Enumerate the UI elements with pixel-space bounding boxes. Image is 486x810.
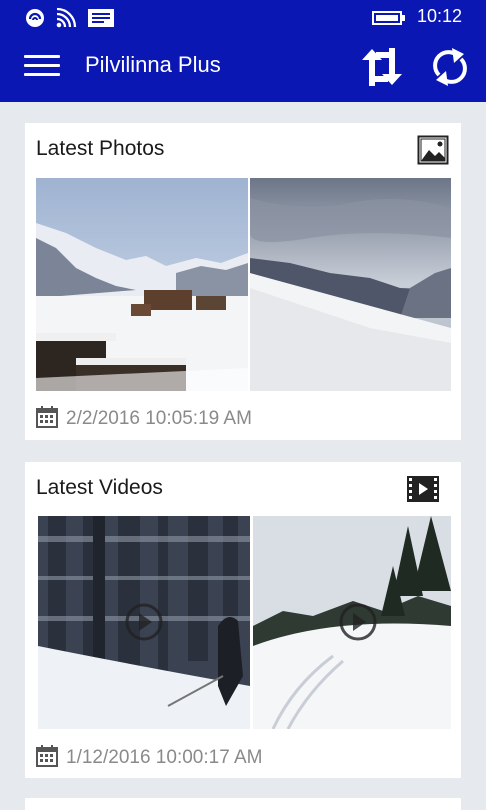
film-icon[interactable] xyxy=(407,476,439,502)
latest-photos-card: Latest Photos 2/2/2016 10:05:19 AM xyxy=(25,123,461,440)
latest-videos-thumbnails xyxy=(36,516,451,729)
latest-photos-date: 2/2/2016 10:05:19 AM xyxy=(36,406,252,430)
calendar-icon xyxy=(36,406,58,428)
video-thumbnail[interactable] xyxy=(253,516,451,729)
wifi-icon xyxy=(56,7,77,28)
photo-thumbnail[interactable] xyxy=(36,178,248,391)
latest-videos-title: Latest Videos xyxy=(36,476,163,499)
photo-thumbnail[interactable] xyxy=(250,178,451,391)
latest-photos-title: Latest Photos xyxy=(36,137,165,160)
hamburger-menu-icon[interactable] xyxy=(22,50,62,80)
next-card-peek xyxy=(25,798,461,810)
swap-icon[interactable] xyxy=(358,46,406,88)
latest-videos-date: 1/12/2016 10:00:17 AM xyxy=(36,745,263,769)
status-bar: 10:12 xyxy=(0,0,486,36)
refresh-icon[interactable] xyxy=(426,44,474,90)
latest-videos-card: Latest Videos 1/12/2016 10:00:17 AM xyxy=(25,462,461,778)
status-time: 10:12 xyxy=(416,6,462,26)
image-icon[interactable] xyxy=(417,135,449,165)
calendar-icon xyxy=(36,745,58,767)
app-title: Pilvilinna Plus xyxy=(85,52,221,77)
video-thumbnail[interactable] xyxy=(38,516,250,729)
app-bar: Pilvilinna Plus xyxy=(0,36,486,102)
latest-videos-date-text: 1/12/2016 10:00:17 AM xyxy=(66,747,263,768)
vibrate-icon xyxy=(26,9,44,27)
latest-photos-date-text: 2/2/2016 10:05:19 AM xyxy=(66,408,252,429)
battery-icon xyxy=(372,11,405,25)
message-icon xyxy=(88,9,114,27)
latest-photos-thumbnails xyxy=(36,178,451,391)
